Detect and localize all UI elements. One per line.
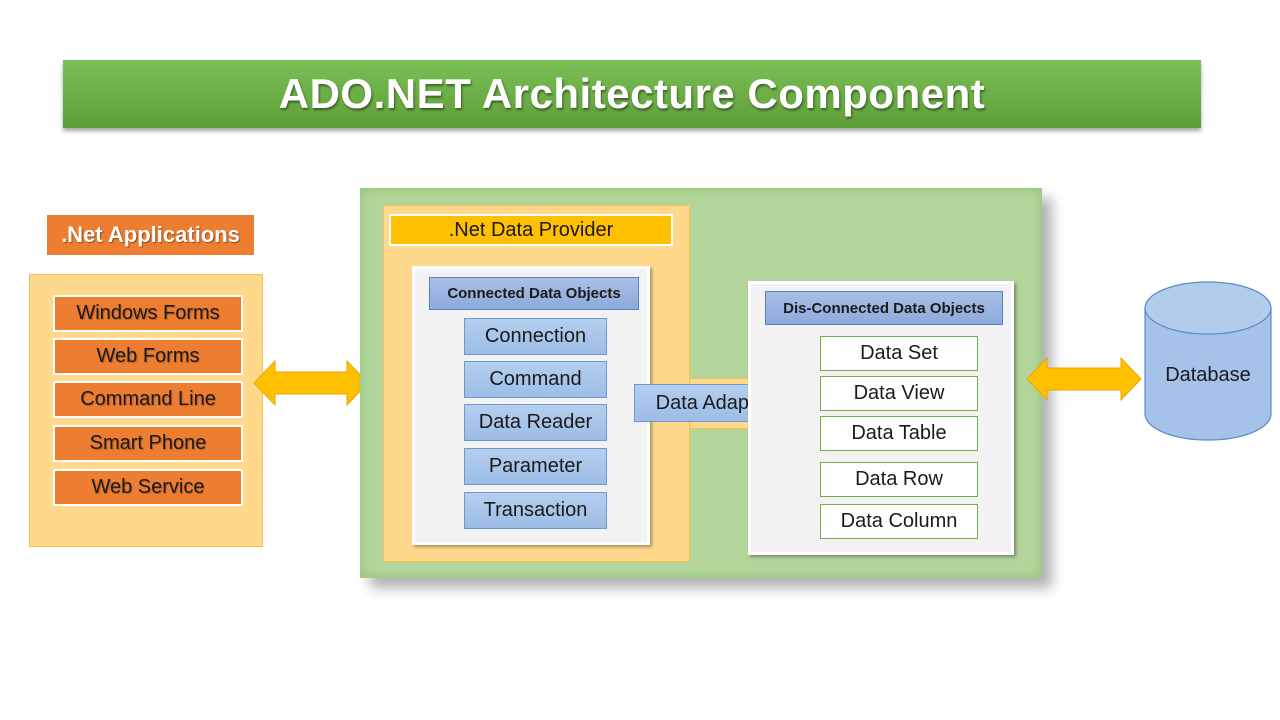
app-item-command-line: Command Line [53,381,243,418]
disconnected-item-data-set: Data Set [820,336,978,371]
connected-objects-panel: Connected Data Objects Connection Comman… [412,266,650,545]
double-arrow-icon [253,360,369,406]
disconnected-item-data-column: Data Column [820,504,978,539]
connected-item-connection: Connection [464,318,607,355]
data-provider-label: .Net Data Provider [389,214,673,246]
page-title: ADO.NET Architecture Component [278,70,986,117]
disconnected-item-data-row: Data Row [820,462,978,497]
app-item-web-service: Web Service [53,469,243,506]
connected-item-command: Command [464,361,607,398]
double-arrow-icon [1026,357,1142,401]
app-item-windows-forms: Windows Forms [53,295,243,332]
disconnected-item-data-table: Data Table [820,416,978,451]
applications-label: .Net Applications [47,215,254,255]
connected-item-data-reader: Data Reader [464,404,607,441]
disconnected-item-data-view: Data View [820,376,978,411]
disconnected-objects-header: Dis-Connected Data Objects [765,291,1003,325]
connected-item-transaction: Transaction [464,492,607,529]
database-label: Database [1165,363,1251,386]
app-item-smart-phone: Smart Phone [53,425,243,462]
title-banner: ADO.NET Architecture Component [63,60,1201,128]
applications-box: Windows Forms Web Forms Command Line Sma… [29,274,263,547]
app-item-web-forms: Web Forms [53,338,243,375]
connected-item-parameter: Parameter [464,448,607,485]
connected-objects-header: Connected Data Objects [429,277,639,310]
disconnected-objects-panel: Dis-Connected Data Objects Data Set Data… [748,281,1014,555]
